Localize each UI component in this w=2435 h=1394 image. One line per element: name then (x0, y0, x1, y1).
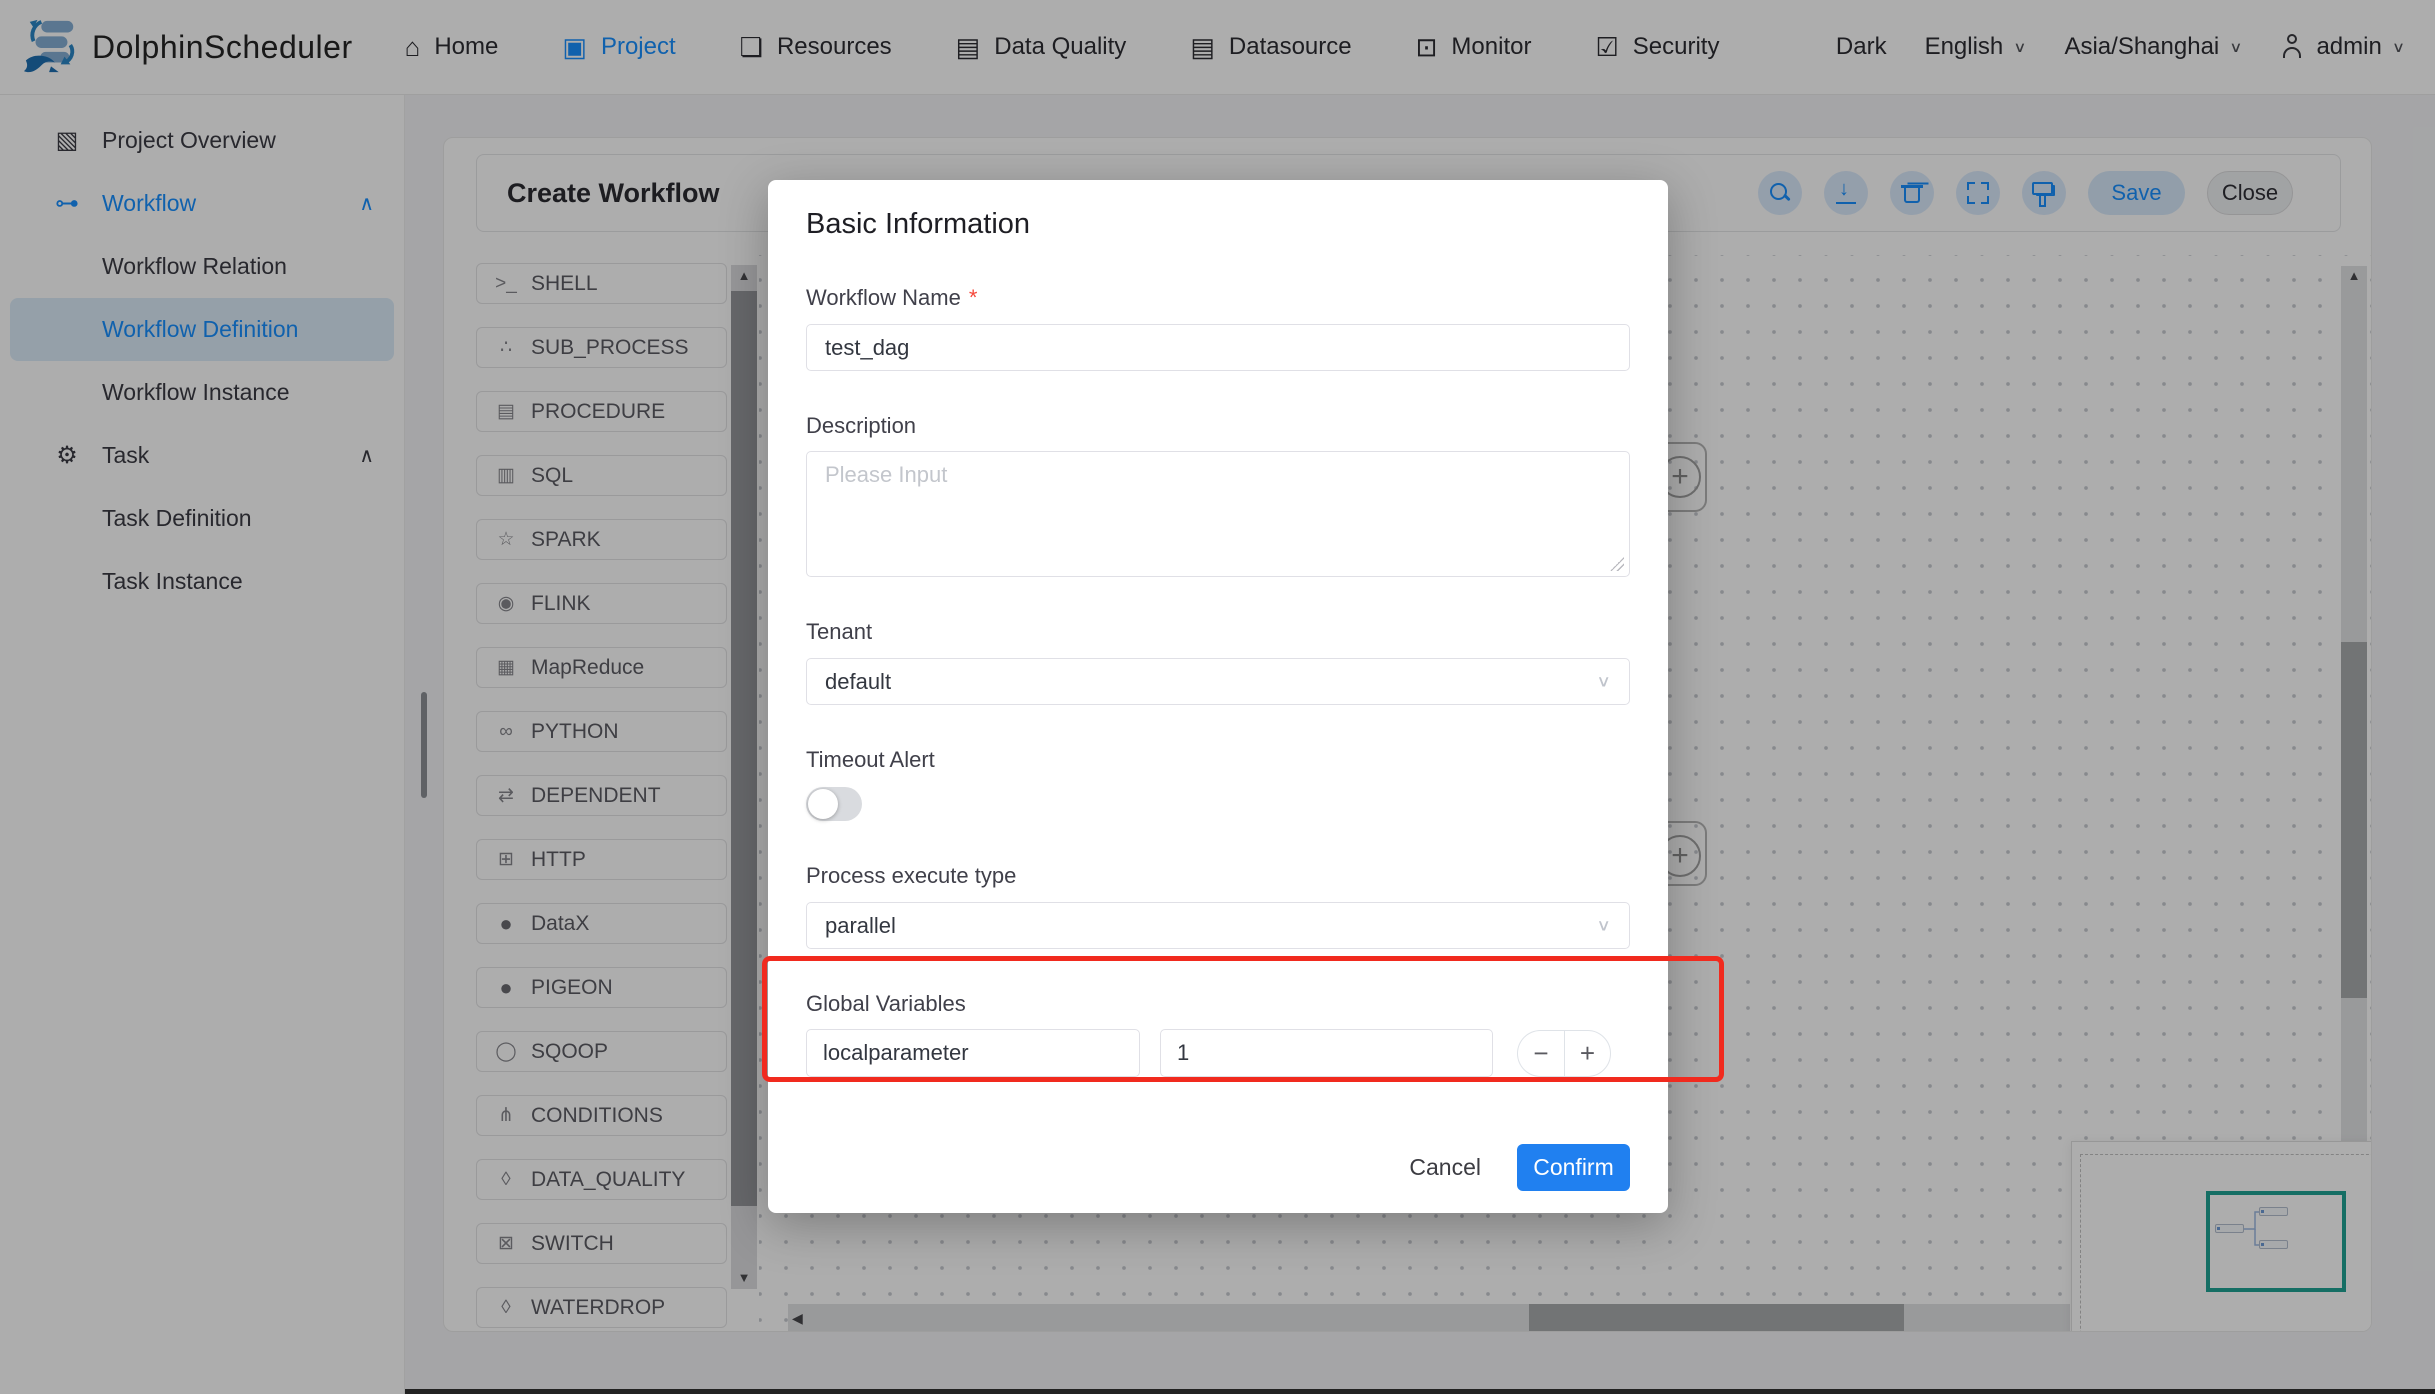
global-variables-row: − + (806, 1029, 1630, 1077)
resize-grip-icon[interactable] (1610, 557, 1624, 571)
modal-title: Basic Information (806, 208, 1630, 241)
timeout-alert-label: Timeout Alert (806, 747, 1630, 773)
description-textarea[interactable] (825, 462, 1611, 566)
description-box (806, 451, 1630, 577)
global-variable-key-input[interactable] (823, 1040, 1123, 1066)
global-variable-stepper: − + (1517, 1030, 1611, 1077)
chevron-down-icon: ∨ (1596, 672, 1611, 692)
process-execute-type-label: Process execute type (806, 863, 1630, 889)
tenant-value: default (825, 669, 891, 695)
confirm-button[interactable]: Confirm (1517, 1144, 1630, 1191)
global-variable-value-box (1160, 1029, 1493, 1077)
tenant-label: Tenant (806, 619, 1630, 645)
basic-information-modal: Basic Information Workflow Name * Descri… (768, 180, 1668, 1213)
process-execute-type-select[interactable]: parallel ∨ (806, 902, 1630, 949)
global-variables-label: Global Variables (806, 991, 1630, 1017)
dolphinscheduler-app: DolphinScheduler ⌂ Home ▣ Project ❏ Reso… (0, 0, 2435, 1394)
cancel-button[interactable]: Cancel (1409, 1154, 1481, 1181)
add-variable-button[interactable]: + (1564, 1030, 1611, 1077)
chevron-down-icon: ∨ (1596, 916, 1611, 936)
tenant-select[interactable]: default ∨ (806, 658, 1630, 705)
workflow-name-box (806, 324, 1630, 371)
workflow-name-label: Workflow Name * (806, 285, 1630, 311)
modal-footer: Cancel Confirm (1409, 1144, 1630, 1191)
timeout-alert-toggle[interactable] (806, 787, 862, 821)
global-variable-value-input[interactable] (1177, 1040, 1476, 1066)
remove-variable-button[interactable]: − (1517, 1030, 1564, 1077)
required-mark: * (969, 285, 978, 311)
global-variable-key-box (806, 1029, 1140, 1077)
process-execute-type-value: parallel (825, 913, 896, 939)
description-label: Description (806, 413, 1630, 439)
workflow-name-input[interactable] (825, 335, 1611, 361)
field-label-text: Workflow Name (806, 285, 961, 311)
toggle-knob (808, 789, 838, 819)
